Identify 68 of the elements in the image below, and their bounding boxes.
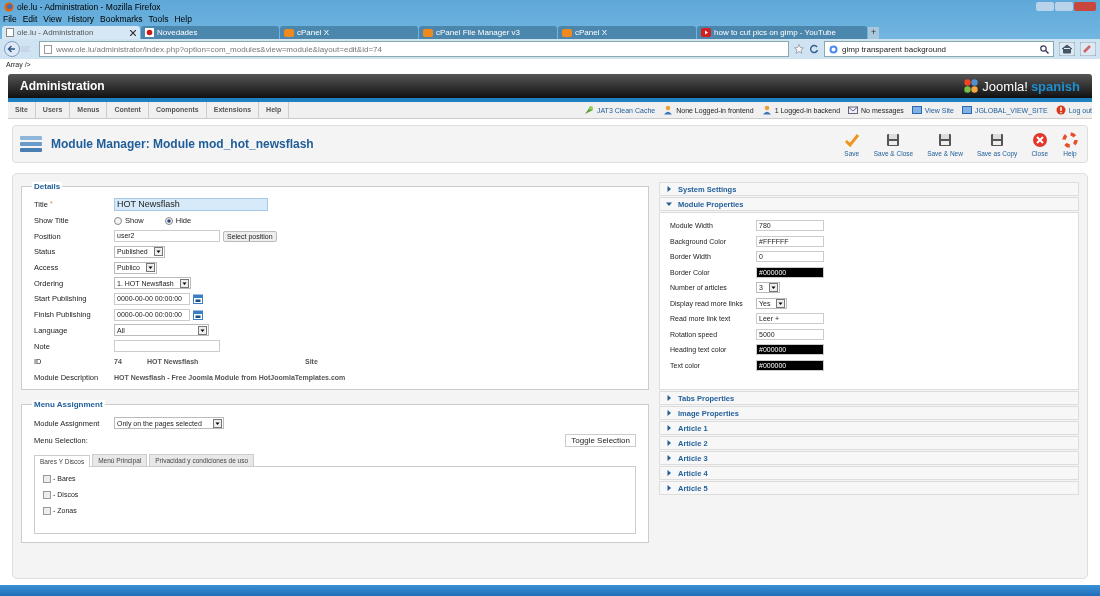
browser-tab[interactable]: cPanel X [558,26,696,39]
dropdown-arrow-icon [145,263,155,273]
cpanel-icon [284,28,294,37]
caret-down-icon [666,201,672,207]
calendar-icon [193,293,203,304]
window-controls-icon [1036,1,1096,12]
cpanel-icon [562,28,572,37]
close-icon [1031,131,1048,148]
module-list-icon [19,134,43,154]
section-legend: Details [32,182,63,191]
page-icon [6,28,14,37]
home-icon [1059,42,1075,56]
caret-right-icon [666,395,672,401]
address-bar[interactable]: www.ole.lu/administrator/index.php?option=com_modules&view=module&layout=edit&id=74 [39,41,789,57]
calendar-icon [193,309,203,320]
caret-right-icon [666,425,672,431]
input-field[interactable] [114,340,220,353]
window-icon [961,105,972,115]
caret-right-icon [666,455,672,461]
caret-right-icon [666,440,672,446]
browser-tab[interactable]: cPanel X [280,26,418,39]
reload-icon [809,44,819,54]
user-icon [663,105,674,115]
close-icon [130,29,136,36]
logo-subtitle: spanish [1030,78,1080,94]
logo-text: Joomla! [982,78,1028,94]
browser-tab[interactable]: ole.lu - Administration [2,26,140,39]
floppy-icon [989,131,1006,148]
caret-right-icon [666,470,672,476]
floppy-icon [885,131,902,148]
dropdown-arrow-icon [768,283,778,293]
toggle-selection-button[interactable]: Toggle Selection [565,434,636,448]
menu-item[interactable]: View [43,14,62,24]
cpanel-icon [423,28,433,37]
menu-item[interactable]: Edit [22,14,38,24]
caret-right-icon [666,410,672,416]
title-field[interactable]: HOT Newsflash [114,198,268,212]
browser-tab[interactable]: how to cut pics on gimp - YouTube [697,26,867,39]
video-icon [701,28,711,37]
window-icon [911,105,922,115]
menu-item[interactable]: History [67,14,95,24]
alert-icon [1055,105,1066,115]
browser-tab[interactable]: cPanel File Manager v3 [419,26,557,39]
browser-tab[interactable]: Novedades [141,26,279,39]
menu-item[interactable]: Help [174,14,192,24]
section-legend: Menu Assignment [32,400,105,410]
flower-logo-icon [963,78,980,94]
page-title: Administration [20,79,105,93]
new-tab-button[interactable]: + [868,27,880,39]
floppy-icon [937,131,953,148]
search-icon [1040,44,1049,54]
user-icon [761,105,772,115]
firefox-icon [4,1,14,12]
caret-right-icon [666,485,672,491]
caret-right-icon [666,186,672,192]
envelope-icon [848,105,859,115]
dropdown-arrow-icon [153,247,163,257]
toolbar-title: Module Manager: Module mod_hot_newsflash [51,137,314,151]
menu-item[interactable]: File [3,14,17,24]
star-icon [794,44,804,54]
check-icon [843,131,860,148]
menu-item[interactable]: Bookmarks [100,14,143,24]
menu-item[interactable]: Tools [148,14,169,24]
search-field[interactable]: gimp transparent background [824,41,1054,57]
window-title: ole.lu - Administration - Mozilla Firefox [17,1,161,12]
back-forward-icon [4,41,34,57]
lifebuoy-icon [1062,131,1078,148]
page-icon [44,44,52,54]
